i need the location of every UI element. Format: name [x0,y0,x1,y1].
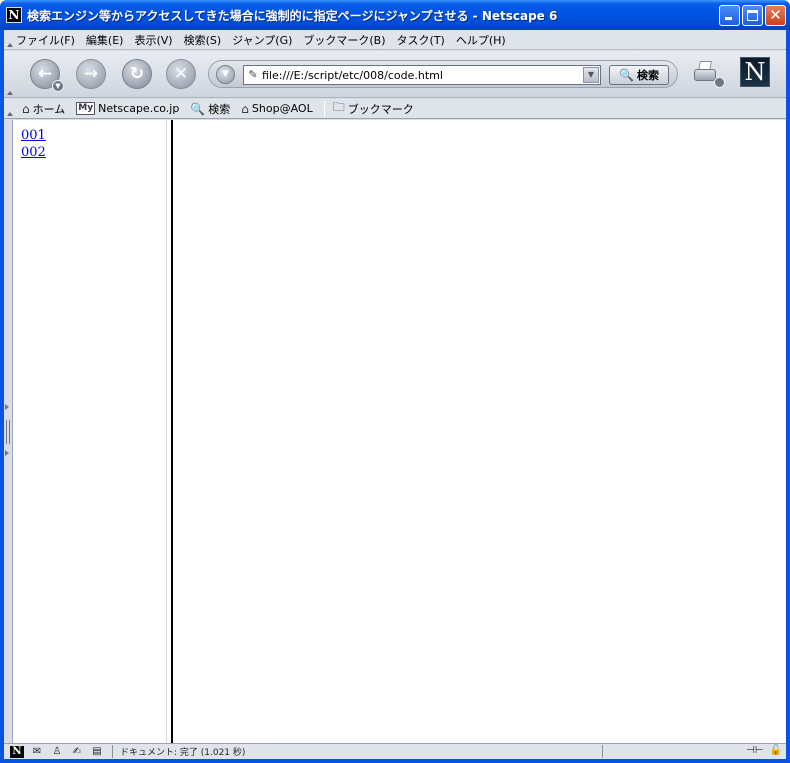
frame-link-list: 001 002 [21,127,46,161]
title-bar[interactable]: N 検索エンジン等からアクセスしてきた場合に強制的に指定ページにジャンプさせる … [0,0,790,30]
maximize-button[interactable] [742,5,763,26]
progress-panel [602,745,722,758]
menu-edit[interactable]: 編集(E) [86,32,124,48]
splitter-grip-icon [6,420,10,444]
personalbar-grip[interactable] [6,99,13,119]
netscape-throbber-logo[interactable]: N [740,57,770,87]
window-title: 検索エンジン等からアクセスしてきた場合に強制的に指定ページにジャンプさせる - … [27,8,558,23]
online-connection-icon[interactable]: ⊣⊢ [746,745,763,756]
navigation-toolbar: ← ▼ → ↻ ✕ ▼ ✎ file:///E:/script/etc/008/… [4,51,786,98]
frame-divider[interactable] [166,120,173,743]
menu-file[interactable]: ファイル(F) [16,32,75,48]
url-bar-dropdown-button[interactable]: ▼ [216,65,235,84]
expand-arrow-icon [5,404,9,410]
search-button-label: 検索 [636,69,659,82]
frame-link-002[interactable]: 002 [21,144,46,161]
forward-arrow-icon: → [83,64,99,84]
close-icon: ✕ [769,6,782,24]
collapse-triangle-icon [7,91,13,95]
reload-icon: ↻ [129,64,145,84]
url-history-dropdown[interactable]: ▼ [583,67,599,83]
frame-link-001[interactable]: 001 [21,127,46,144]
magnifier-icon: 🔍 [190,101,206,116]
status-right-icons: ⊣⊢ 🔓 [746,745,782,756]
back-arrow-icon: ← [37,64,53,84]
back-history-dropdown[interactable]: ▼ [52,80,64,92]
forward-button[interactable]: → [76,59,106,89]
status-bar: N ✉ ♙ ✍ ▤ ドキュメント: 完了 (1.021 秒) ⊣⊢ 🔓 [4,743,786,759]
bookmarks-folder-label: ブックマーク [347,102,414,116]
personal-toolbar: ⌂ ホーム My Netscape.co.jp 🔍 検索 ⌂ Shop@AOL … [4,99,786,119]
search-link-button[interactable]: 🔍 検索 [190,101,230,117]
right-frame [173,120,786,743]
status-separator [112,745,113,758]
minimize-button[interactable] [719,5,740,26]
browser-client: ファイル(F) 編集(E) 表示(V) 検索(S) ジャンプ(G) ブックマーク… [4,30,786,759]
left-frame: 001 002 [14,120,166,743]
minimize-icon [725,17,732,20]
print-button[interactable] [692,59,725,89]
menu-search[interactable]: 検索(S) [184,32,222,48]
toolbar-separator [323,100,325,117]
my-netscape-button[interactable]: My Netscape.co.jp [76,102,179,115]
close-button[interactable]: ✕ [765,5,786,26]
home-icon: ⌂ [22,101,30,116]
security-lock-icon[interactable]: 🔓 [770,745,782,756]
search-link-label: 検索 [208,102,231,116]
page-proxy-icon[interactable]: ✎ [246,68,260,82]
back-button[interactable]: ← ▼ [30,59,64,92]
netscape-app-icon[interactable]: N [6,7,22,23]
print-dropdown[interactable] [714,77,725,88]
expand-arrow-icon [5,450,9,456]
magnifier-icon: 🔍 [619,68,634,82]
netscape-link-label: Netscape.co.jp [98,102,180,115]
menu-go[interactable]: ジャンプ(G) [232,32,292,48]
stop-button[interactable]: ✕ [166,59,196,89]
shop-aol-button[interactable]: ⌂ Shop@AOL [241,102,312,116]
composer-icon[interactable]: ✍ [70,746,84,758]
home-button[interactable]: ⌂ ホーム [22,101,65,117]
reload-button[interactable]: ↻ [122,59,152,89]
menu-view[interactable]: 表示(V) [134,32,172,48]
url-text[interactable]: file:///E:/script/etc/008/code.html [262,69,443,82]
address-book-icon[interactable]: ▤ [90,746,104,758]
status-text: ドキュメント: 完了 (1.021 秒) [120,748,246,758]
stop-icon: ✕ [173,64,189,84]
home-label: ホーム [32,102,66,116]
collapse-triangle-icon [7,112,13,116]
printer-icon [694,69,716,81]
browser-content-area: 001 002 [4,120,786,743]
folder-icon: 🗀 [332,100,345,114]
instant-messenger-icon[interactable]: ♙ [50,746,64,758]
menubar-grip[interactable] [6,30,13,50]
menu-bookmarks[interactable]: ブックマーク(B) [303,32,385,48]
url-input[interactable]: ✎ file:///E:/script/etc/008/code.html ▼ [243,65,601,85]
menu-bar: ファイル(F) 編集(E) 表示(V) 検索(S) ジャンプ(G) ブックマーク… [4,30,786,50]
url-bar-container: ▼ ✎ file:///E:/script/etc/008/code.html … [208,60,678,88]
netscape-component-icon[interactable]: N [10,745,24,758]
mail-icon[interactable]: ✉ [30,746,44,758]
sidebar-splitter[interactable] [4,120,13,743]
my-netscape-icon: My [76,102,96,115]
maximize-icon [747,10,758,21]
collapse-triangle-icon [7,43,13,47]
menu-tasks[interactable]: タスク(T) [397,32,445,48]
menu-help[interactable]: ヘルプ(H) [456,32,506,48]
search-button[interactable]: 🔍 検索 [609,65,669,85]
navbar-grip[interactable] [6,51,13,98]
browser-window: N 検索エンジン等からアクセスしてきた場合に強制的に指定ページにジャンプさせる … [0,0,790,763]
shop-house-icon: ⌂ [241,101,249,116]
shop-aol-label: Shop@AOL [251,102,313,115]
window-controls: ✕ [719,5,786,26]
bookmarks-folder-button[interactable]: 🗀 ブックマーク [333,98,414,119]
